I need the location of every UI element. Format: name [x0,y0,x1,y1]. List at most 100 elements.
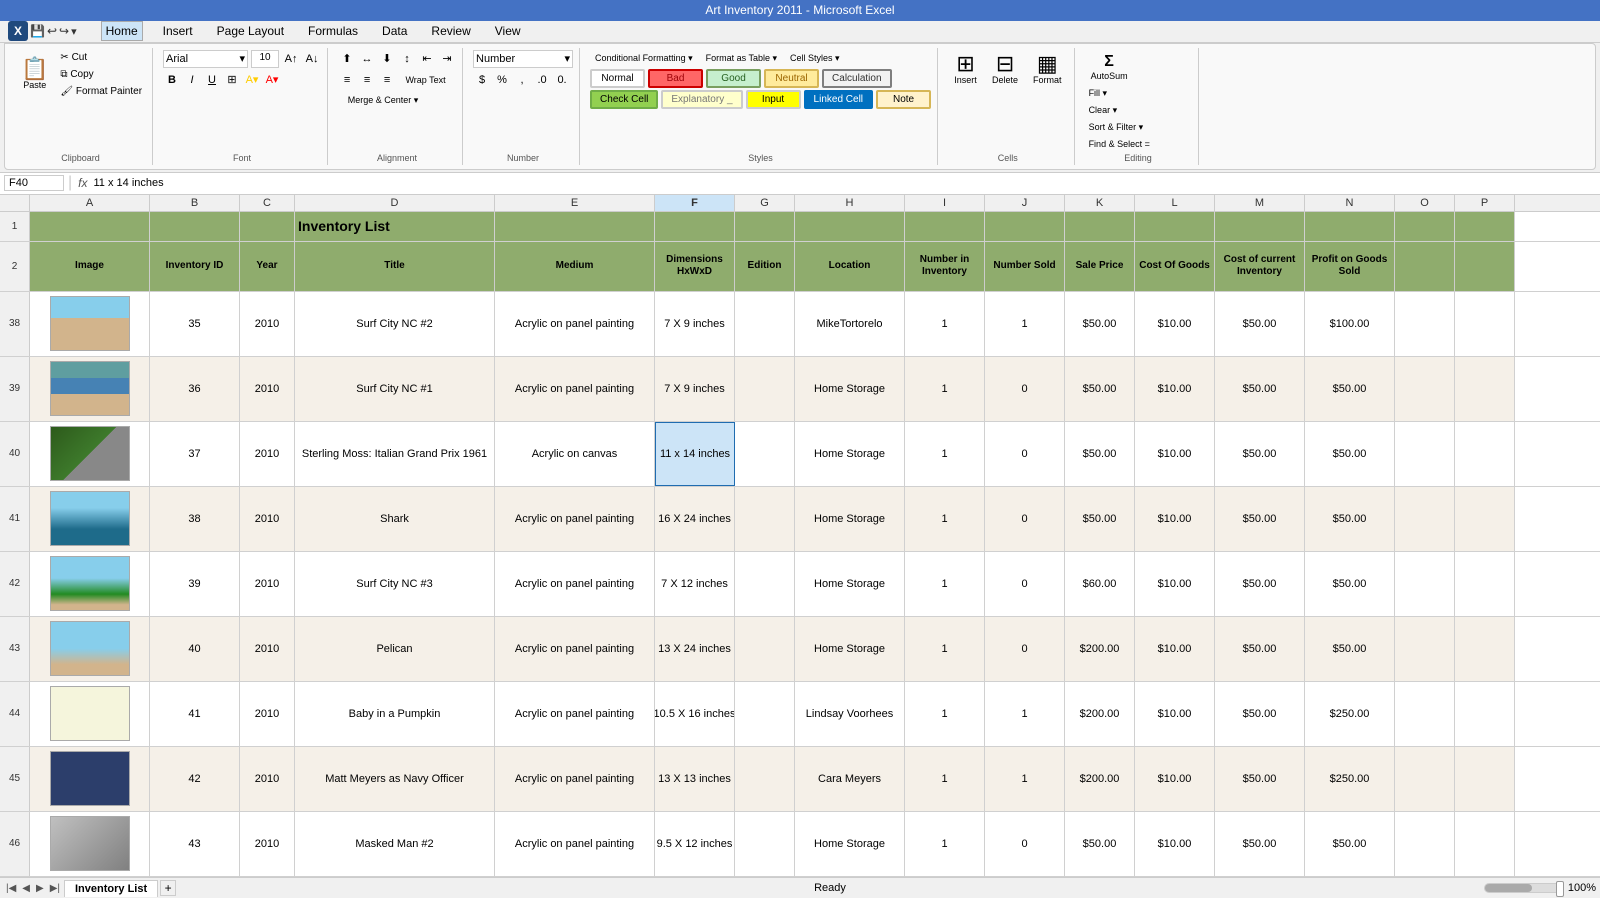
cell-location-39[interactable]: Home Storage [795,357,905,421]
cell-cost-goods-44[interactable]: $10.00 [1135,682,1215,746]
quick-access-dropdown[interactable]: ▾ [71,25,77,38]
cell-cost-goods-42[interactable]: $10.00 [1135,552,1215,616]
add-sheet-button[interactable]: + [160,880,176,896]
align-middle-button[interactable]: ↔ [358,50,376,68]
cell-num-sold-40[interactable]: 0 [985,422,1065,486]
fill-button[interactable]: Fill ▾ [1085,86,1154,101]
format-button[interactable]: ▦ Format [1027,50,1068,88]
cell-dims-46[interactable]: 9.5 X 12 inches [655,812,735,876]
cell-profit-39[interactable]: $50.00 [1305,357,1395,421]
cell-title-43[interactable]: Pelican [295,617,495,681]
cell-medium-39[interactable]: Acrylic on panel painting [495,357,655,421]
cell-sale-price-44[interactable]: $200.00 [1065,682,1135,746]
style-normal[interactable]: Normal [590,69,645,88]
align-top-button[interactable]: ⬆ [338,50,356,68]
cell-num-inventory-40[interactable]: 1 [905,422,985,486]
zoom-slider[interactable] [1484,883,1564,893]
copy-button[interactable]: ⧉ Copy [56,67,146,82]
cell-location-46[interactable]: Home Storage [795,812,905,876]
cell-profit-40[interactable]: $50.00 [1305,422,1395,486]
cell-num-inventory-43[interactable]: 1 [905,617,985,681]
cell-edition-44[interactable] [735,682,795,746]
formula-input[interactable] [94,177,1597,189]
accounting-button[interactable]: $ [473,71,491,89]
cell-id-39[interactable]: 36 [150,357,240,421]
percent-button[interactable]: % [493,71,511,89]
sheet-tab-navigation[interactable]: |◀ ◀ ▶ ▶| [4,883,62,894]
sort-filter-button[interactable]: Sort & Filter ▾ [1085,120,1154,135]
cell-medium-42[interactable]: Acrylic on panel painting [495,552,655,616]
cell-edition-42[interactable] [735,552,795,616]
cell-num-inventory-45[interactable]: 1 [905,747,985,811]
cell-sale-price-43[interactable]: $200.00 [1065,617,1135,681]
indent-increase-button[interactable]: ⇥ [438,50,456,68]
col-header-i[interactable]: I [905,195,985,211]
decrease-font-button[interactable]: A↓ [303,50,321,68]
cell-title-46[interactable]: Masked Man #2 [295,812,495,876]
cell-sale-price-38[interactable]: $50.00 [1065,292,1135,356]
cell-cost-current-43[interactable]: $50.00 [1215,617,1305,681]
number-format-selector[interactable]: Number ▾ [473,50,573,68]
cell-id-46[interactable]: 43 [150,812,240,876]
cell-edition-43[interactable] [735,617,795,681]
col-header-b[interactable]: B [150,195,240,211]
style-neutral[interactable]: Neutral [764,69,819,88]
col-header-m[interactable]: M [1215,195,1305,211]
cell-location-41[interactable]: Home Storage [795,487,905,551]
cut-button[interactable]: ✂ Cut [56,50,146,65]
cell-cost-goods-46[interactable]: $10.00 [1135,812,1215,876]
col-header-h[interactable]: H [795,195,905,211]
bold-button[interactable]: B [163,71,181,89]
cell-profit-41[interactable]: $50.00 [1305,487,1395,551]
cell-cost-current-39[interactable]: $50.00 [1215,357,1305,421]
cell-year-39[interactable]: 2010 [240,357,295,421]
cell-profit-42[interactable]: $50.00 [1305,552,1395,616]
cell-medium-44[interactable]: Acrylic on panel painting [495,682,655,746]
col-header-l[interactable]: L [1135,195,1215,211]
cell-img-42[interactable] [30,552,150,616]
cell-location-42[interactable]: Home Storage [795,552,905,616]
cell-img-39[interactable] [30,357,150,421]
merge-center-button[interactable]: Merge & Center ▾ [338,92,428,110]
quick-access-redo[interactable]: ↪ [59,24,69,38]
cell-num-sold-44[interactable]: 1 [985,682,1065,746]
cell-img-46[interactable] [30,812,150,876]
cell-a1-img[interactable] [30,212,150,241]
cell-medium-45[interactable]: Acrylic on panel painting [495,747,655,811]
underline-button[interactable]: U [203,71,221,89]
cell-id-38[interactable]: 35 [150,292,240,356]
cell-cost-goods-40[interactable]: $10.00 [1135,422,1215,486]
cell-num-sold-42[interactable]: 0 [985,552,1065,616]
cell-num-sold-38[interactable]: 1 [985,292,1065,356]
menu-item-page-layout[interactable]: Page Layout [213,22,288,40]
style-note[interactable]: Note [876,90,931,109]
cell-year-44[interactable]: 2010 [240,682,295,746]
cell-edition-38[interactable] [735,292,795,356]
tab-nav-prev[interactable]: ◀ [20,883,32,894]
cell-cost-current-38[interactable]: $50.00 [1215,292,1305,356]
cell-sale-price-39[interactable]: $50.00 [1065,357,1135,421]
cell-sale-price-41[interactable]: $50.00 [1065,487,1135,551]
cell-id-40[interactable]: 37 [150,422,240,486]
cell-id-41[interactable]: 38 [150,487,240,551]
cell-num-inventory-46[interactable]: 1 [905,812,985,876]
cell-edition-40[interactable] [735,422,795,486]
menu-item-data[interactable]: Data [378,22,411,40]
cell-title-42[interactable]: Surf City NC #3 [295,552,495,616]
cell-year-45[interactable]: 2010 [240,747,295,811]
cell-id-45[interactable]: 42 [150,747,240,811]
cell-profit-46[interactable]: $50.00 [1305,812,1395,876]
cell-edition-41[interactable] [735,487,795,551]
insert-button[interactable]: ⊞ Insert [948,50,983,88]
col-header-n[interactable]: N [1305,195,1395,211]
clear-button[interactable]: Clear ▾ [1085,103,1154,118]
font-color-button[interactable]: A▾ [263,71,281,89]
cell-cost-current-45[interactable]: $50.00 [1215,747,1305,811]
cell-profit-45[interactable]: $250.00 [1305,747,1395,811]
cell-cost-goods-38[interactable]: $10.00 [1135,292,1215,356]
style-bad[interactable]: Bad [648,69,703,88]
wrap-text-button[interactable]: Wrap Text [398,71,453,89]
col-header-e[interactable]: E [495,195,655,211]
font-name-selector[interactable]: Arial ▾ [163,50,248,68]
cell-year-41[interactable]: 2010 [240,487,295,551]
